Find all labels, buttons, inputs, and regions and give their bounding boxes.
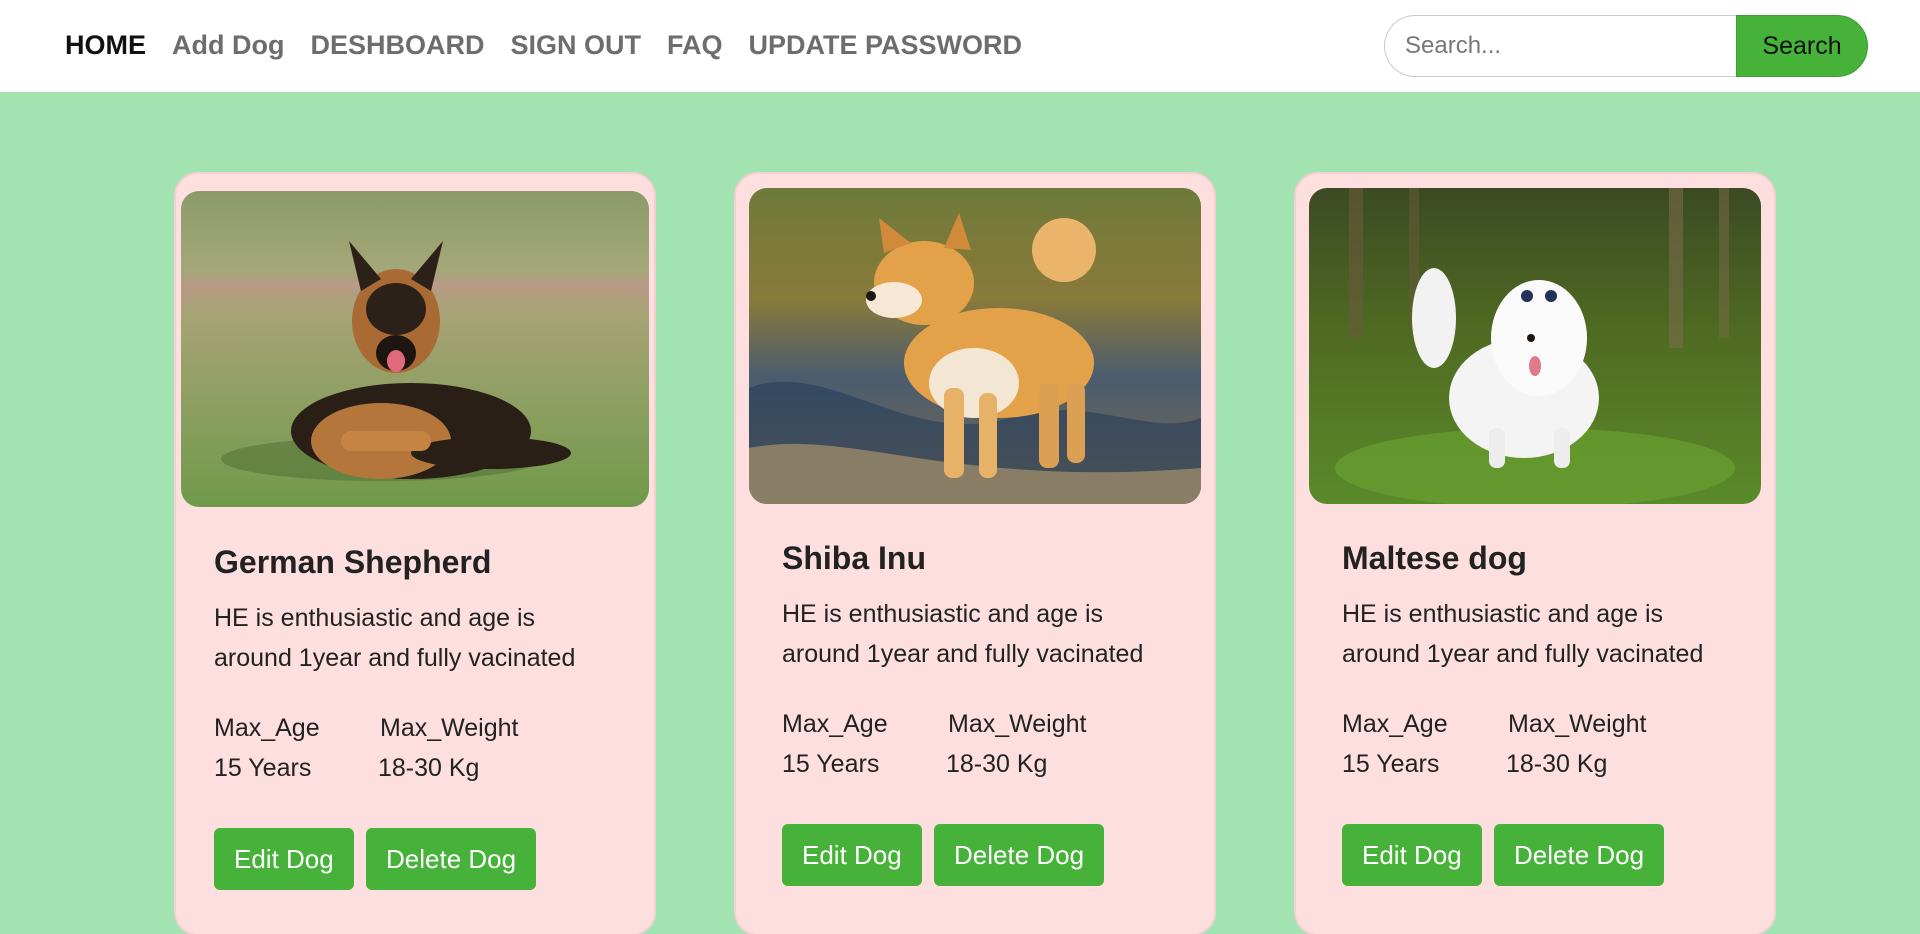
delete-dog-button[interactable]: Delete Dog (934, 824, 1105, 886)
dog-card-german-shepherd: German Shepherd HE is enthusiastic and a… (176, 174, 654, 934)
card-description: HE is enthusiastic and age is around 1ye… (782, 600, 1144, 668)
max-weight-label: Max_Weight (380, 714, 519, 742)
nav-faq-link[interactable]: FAQ (667, 30, 723, 61)
nav-home-link[interactable]: HOME (65, 30, 146, 61)
card-description: HE is enthusiastic and age is around 1ye… (1342, 600, 1704, 668)
card-description: HE is enthusiastic and age is around 1ye… (214, 604, 576, 672)
nav-update-password-link[interactable]: UPDATE PASSWORD (749, 30, 1023, 61)
max-weight-value: 18-30 Kg (1506, 750, 1608, 778)
search-form: Search (1384, 15, 1868, 77)
card-title: German Shepherd (214, 544, 492, 580)
max-weight-label: Max_Weight (1508, 710, 1647, 738)
max-age-label: Max_Age (782, 710, 888, 738)
max-weight-label: Max_Weight (948, 710, 1087, 738)
card-title: Maltese dog (1342, 540, 1527, 576)
nav-sign-out-link[interactable]: SIGN OUT (511, 30, 642, 61)
card-title: Shiba Inu (782, 540, 926, 576)
max-age-label: Max_Age (214, 714, 320, 742)
max-age-value: 15 Years (782, 750, 880, 778)
max-weight-value: 18-30 Kg (378, 754, 480, 782)
nav-dashboard-link[interactable]: DESHBOARD (310, 30, 484, 61)
maltese-dog-photo (1309, 188, 1761, 504)
edit-dog-button[interactable]: Edit Dog (782, 824, 922, 886)
delete-dog-button[interactable]: Delete Dog (366, 828, 537, 890)
dog-card-maltese: Maltese dog HE is enthusiastic and age i… (1296, 174, 1774, 934)
nav-add-dog-link[interactable]: Add Dog (172, 30, 284, 61)
max-age-label: Max_Age (1342, 710, 1448, 738)
german-shepherd-photo (181, 191, 649, 507)
edit-dog-button[interactable]: Edit Dog (214, 828, 354, 890)
shiba-inu-photo (749, 188, 1201, 504)
main-nav: HOME Add Dog DESHBOARD SIGN OUT FAQ UPDA… (65, 30, 1048, 61)
delete-dog-button[interactable]: Delete Dog (1494, 824, 1665, 886)
search-button[interactable]: Search (1736, 15, 1868, 77)
max-age-value: 15 Years (1342, 750, 1440, 778)
dog-card-shiba-inu: Shiba Inu HE is enthusiastic and age is … (736, 174, 1214, 934)
top-navbar: HOME Add Dog DESHBOARD SIGN OUT FAQ UPDA… (0, 0, 1920, 92)
search-input[interactable] (1384, 15, 1736, 77)
max-age-value: 15 Years (214, 754, 312, 782)
edit-dog-button[interactable]: Edit Dog (1342, 824, 1482, 886)
max-weight-value: 18-30 Kg (946, 750, 1048, 778)
